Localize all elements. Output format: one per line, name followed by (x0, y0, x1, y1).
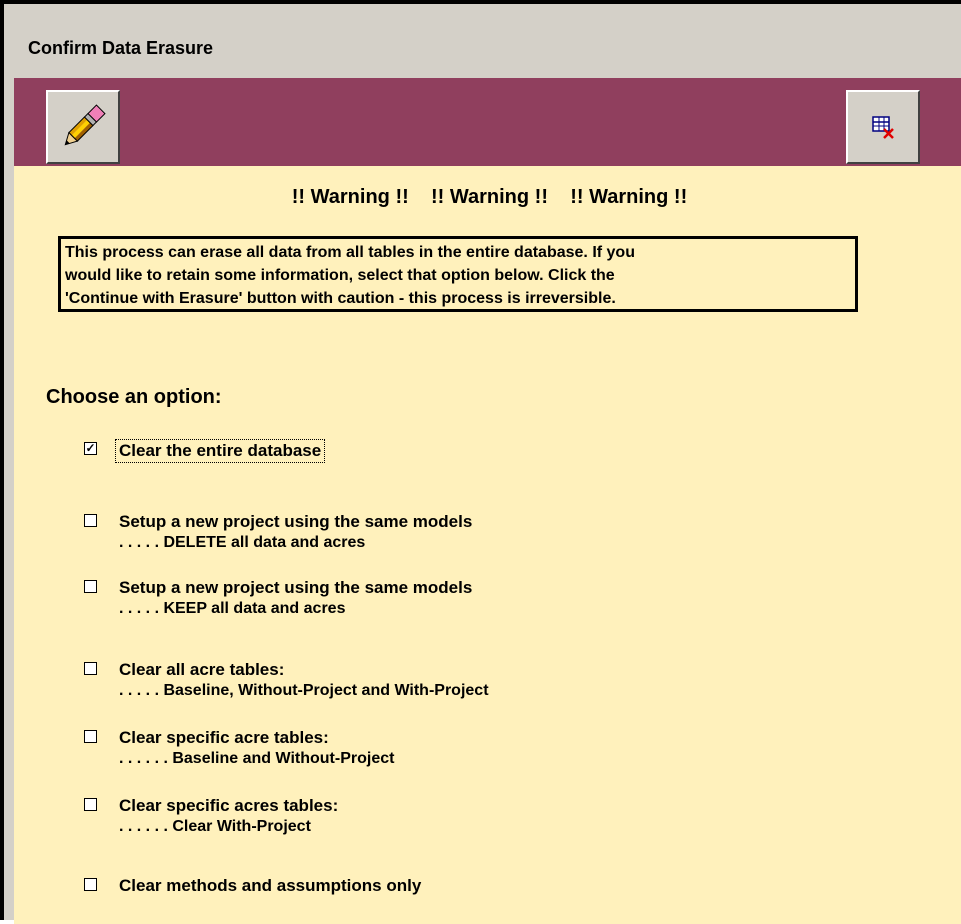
message-line: This process can erase all data from all… (65, 244, 635, 261)
option-label[interactable]: Clear methods and assumptions only (119, 876, 421, 896)
option-label[interactable]: Setup a new project using the same model… (119, 512, 472, 532)
checkbox[interactable] (84, 878, 97, 891)
checkbox[interactable] (84, 730, 97, 743)
content-panel: !! Warning !! !! Warning !! !! Warning !… (14, 166, 961, 924)
checkbox[interactable] (84, 580, 97, 593)
option-sublabel: . . . . . DELETE all data and acres (119, 534, 366, 551)
dialog-window: Confirm Data Erasure !! Warning !! !! Wa… (0, 0, 961, 924)
message-line: would like to retain some information, s… (65, 267, 615, 284)
option-sublabel: . . . . . Baseline, Without-Project and … (119, 682, 489, 699)
option-sublabel: . . . . . . Baseline and Without-Project (119, 750, 395, 767)
option-label[interactable]: Clear specific acres tables: (119, 796, 338, 816)
pencil-eraser-icon (64, 104, 106, 146)
checkbox[interactable] (84, 514, 97, 527)
options-heading: Choose an option: (46, 386, 222, 408)
warning-message: This process can erase all data from all… (58, 236, 858, 312)
option-label[interactable]: Clear the entire database (114, 439, 326, 463)
close-button[interactable] (846, 90, 920, 164)
checkbox[interactable]: ✓ (84, 442, 97, 455)
title-bar: Confirm Data Erasure (8, 18, 961, 74)
warning-banner: !! Warning !! !! Warning !! !! Warning !… (291, 186, 688, 208)
option-label[interactable]: Setup a new project using the same model… (119, 578, 472, 598)
checkbox[interactable] (84, 662, 97, 675)
option-label[interactable]: Clear specific acre tables: (119, 728, 329, 748)
option-sublabel: . . . . . KEEP all data and acres (119, 600, 346, 617)
close-table-icon (872, 116, 894, 139)
checkbox[interactable] (84, 798, 97, 811)
window-title: Confirm Data Erasure (28, 38, 214, 58)
toolbar (14, 78, 961, 166)
message-line: 'Continue with Erasure' button with caut… (65, 290, 616, 307)
option-label[interactable]: Clear all acre tables: (119, 660, 284, 680)
erase-button[interactable] (46, 90, 120, 164)
option-sublabel: . . . . . . Clear With-Project (119, 818, 311, 835)
